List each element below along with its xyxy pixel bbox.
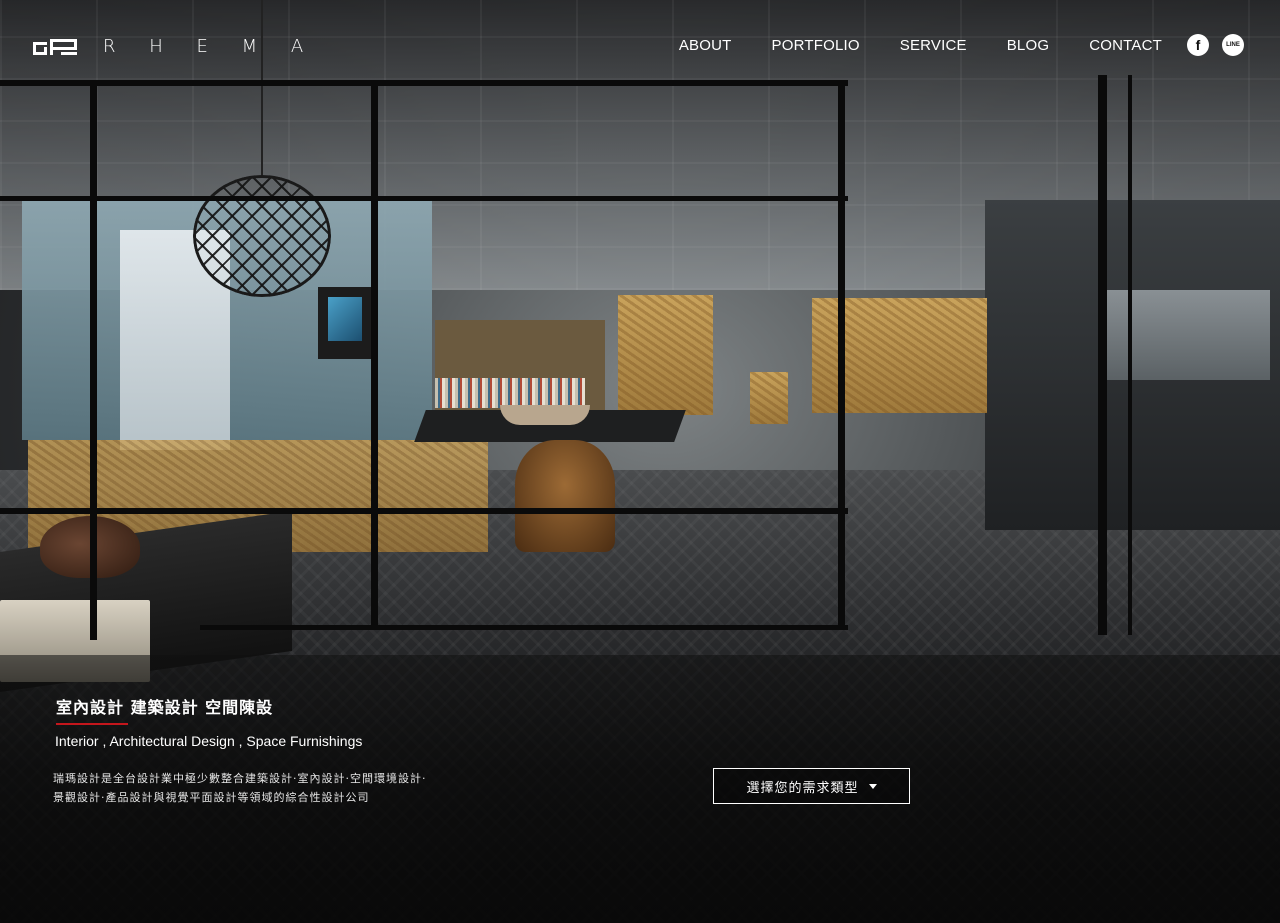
nav-portfolio[interactable]: PORTFOLIO [772, 36, 860, 56]
social-links: f LINE [1187, 34, 1244, 56]
need-type-select[interactable]: 選擇您的需求類型 [713, 768, 910, 804]
nav-contact[interactable]: CONTACT [1089, 36, 1162, 56]
need-type-select-label: 選擇您的需求類型 [746, 780, 859, 796]
facebook-icon[interactable]: f [1187, 34, 1209, 56]
line-icon[interactable]: LINE [1222, 34, 1244, 56]
hero-title: 室內設計 建築設計 空間陳設 [56, 698, 274, 717]
hero-accent-rule [56, 723, 128, 725]
logo-mark-icon [33, 38, 77, 56]
hero-description-line1: 瑞瑪設計是全台設計業中極少數整合建築設計·室內設計·空間環境設計· [53, 772, 427, 785]
logo-link[interactable]: R H E M A [33, 36, 317, 57]
caret-down-icon [868, 783, 877, 789]
nav-blog[interactable]: BLOG [1007, 36, 1049, 56]
hero-subtitle: Interior , Architectural Design , Space … [55, 733, 363, 749]
brand-name: R H E M A [103, 36, 318, 57]
hero-description-line2: 景觀設計·產品設計與視覺平面設計等領域的綜合性設計公司 [53, 791, 370, 804]
nav-service[interactable]: SERVICE [900, 36, 967, 56]
line-glyph: LINE [1226, 42, 1240, 48]
site-header: R H E M A ABOUT PORTFOLIO SERVICE BLOG C… [0, 0, 1280, 90]
hero-description: 瑞瑪設計是全台設計業中極少數整合建築設計·室內設計·空間環境設計· 景觀設計·產… [53, 769, 483, 807]
main-nav: ABOUT PORTFOLIO SERVICE BLOG CONTACT [639, 36, 1162, 56]
facebook-glyph: f [1195, 37, 1201, 53]
nav-about[interactable]: ABOUT [679, 36, 732, 56]
